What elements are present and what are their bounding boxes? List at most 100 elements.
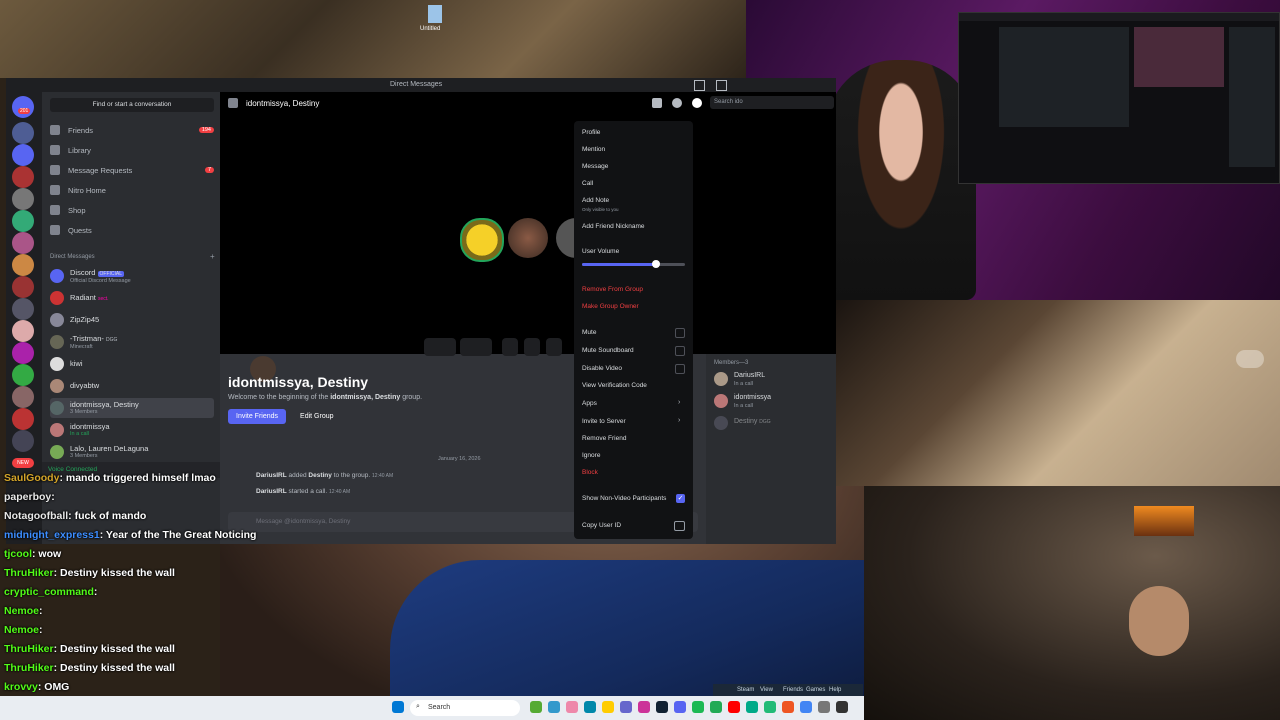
server-icon[interactable] <box>12 122 34 144</box>
nav-message-requests[interactable]: Message Requests 7 <box>50 162 214 178</box>
server-icon[interactable] <box>12 298 34 320</box>
dm-item[interactable]: Radiant sect. <box>50 288 214 308</box>
server-icon[interactable] <box>12 386 34 408</box>
chat-username[interactable]: SaulGoody <box>4 472 59 484</box>
new-badge[interactable]: NEW <box>12 458 34 468</box>
nav-library[interactable]: Library <box>50 142 214 158</box>
server-icon[interactable] <box>12 210 34 232</box>
server-icon[interactable] <box>12 342 34 364</box>
server-icon[interactable] <box>12 166 34 188</box>
taskbar-app-icon[interactable] <box>620 701 632 713</box>
taskbar-app-icon[interactable] <box>638 701 650 713</box>
window-min-icon[interactable] <box>716 80 727 91</box>
edge-icon[interactable] <box>746 701 758 713</box>
check-icon[interactable]: ✓ <box>676 494 685 503</box>
menu-copy-user-id[interactable]: Copy User ID <box>582 522 686 529</box>
chat-username[interactable]: ThruHiker <box>4 643 54 655</box>
discord-icon[interactable] <box>674 701 686 713</box>
inbox-icon[interactable] <box>694 80 705 91</box>
dm-item[interactable]: -Tristman- DGG Minecraft <box>50 332 214 352</box>
pin-icon[interactable] <box>652 98 662 108</box>
menu-remove-from-group[interactable]: Remove From Group <box>582 286 686 293</box>
menu-mute-soundboard[interactable]: Mute Soundboard <box>582 347 686 354</box>
chat-username[interactable]: Notagoofball <box>4 510 68 522</box>
mic-button[interactable] <box>424 338 456 356</box>
find-conversation-input[interactable]: Find or start a conversation <box>50 98 214 112</box>
server-icon[interactable] <box>12 232 34 254</box>
screenshare-button[interactable] <box>502 338 518 356</box>
server-icon[interactable] <box>12 254 34 276</box>
chat-username[interactable]: Nemoe <box>4 605 39 617</box>
menu-apps[interactable]: Apps <box>582 400 686 407</box>
menu-ignore[interactable]: Ignore <box>582 452 686 459</box>
nav-quests[interactable]: Quests <box>50 222 214 238</box>
menu-show-non-video[interactable]: Show Non-Video Participants <box>582 495 686 502</box>
taskbar-app-icon[interactable] <box>710 701 722 713</box>
soundboard-button[interactable] <box>546 338 562 356</box>
chat-username[interactable]: krovvy <box>4 681 38 693</box>
menu-add-friend-nickname[interactable]: Add Friend Nickname <box>582 223 686 230</box>
edit-group-button[interactable]: Edit Group <box>294 409 339 424</box>
menu-remove-friend[interactable]: Remove Friend <box>582 435 686 442</box>
nav-shop[interactable]: Shop <box>50 202 214 218</box>
mute-soundboard-checkbox[interactable] <box>675 346 685 356</box>
mute-checkbox[interactable] <box>675 328 685 338</box>
header-search-input[interactable]: Search ido <box>710 96 834 109</box>
disable-video-checkbox[interactable] <box>675 364 685 374</box>
menu-invite-to-server[interactable]: Invite to Server <box>582 418 686 425</box>
steam-menu-item[interactable]: View <box>760 687 773 693</box>
call-participant-avatar[interactable] <box>460 218 504 262</box>
dm-item-selected[interactable]: idontmissya, Destiny 3 Members <box>50 398 214 418</box>
server-icon[interactable] <box>12 320 34 342</box>
menu-disable-video[interactable]: Disable Video <box>582 365 686 372</box>
chat-username[interactable]: ThruHiker <box>4 662 54 674</box>
spotify-icon[interactable] <box>692 701 704 713</box>
menu-block[interactable]: Block <box>582 469 686 476</box>
menu-call[interactable]: Call <box>582 180 686 187</box>
brave-icon[interactable] <box>782 701 794 713</box>
dm-item[interactable]: Discord OFFICIAL Official Discord Message <box>50 266 214 286</box>
taskbar-app-icon[interactable] <box>566 701 578 713</box>
dm-item[interactable]: Lalo, Lauren DeLaguna 3 Members <box>50 442 214 462</box>
server-icon[interactable] <box>12 364 34 386</box>
invite-friends-button[interactable]: Invite Friends <box>228 409 287 424</box>
menu-mention[interactable]: Mention <box>582 146 686 153</box>
server-icon[interactable] <box>12 276 34 298</box>
nav-friends[interactable]: Friends 194 <box>50 122 214 138</box>
volume-slider-track[interactable] <box>582 260 685 268</box>
dm-home-icon[interactable] <box>12 96 34 118</box>
steam-menu-item[interactable]: Friends <box>783 687 803 693</box>
chat-username[interactable]: Nemoe <box>4 624 39 636</box>
call-participant-avatar[interactable] <box>508 218 548 258</box>
settings-icon[interactable] <box>818 701 830 713</box>
menu-make-group-owner[interactable]: Make Group Owner <box>582 303 686 310</box>
taskbar-app-icon[interactable] <box>584 701 596 713</box>
camera-button[interactable] <box>460 338 492 356</box>
chrome-icon[interactable] <box>800 701 812 713</box>
dm-item[interactable]: idontmissya In a call <box>50 420 214 440</box>
create-dm-icon[interactable]: + <box>210 252 215 261</box>
taskbar-app-icon[interactable] <box>530 701 542 713</box>
steam-icon[interactable] <box>656 701 668 713</box>
menu-profile[interactable]: Profile <box>582 129 686 136</box>
desktop-file-icon[interactable] <box>428 5 442 23</box>
steam-menu-item[interactable]: Games <box>806 687 825 693</box>
obs-icon[interactable] <box>836 701 848 713</box>
next-arrow-icon[interactable] <box>1236 350 1264 368</box>
server-icon[interactable] <box>12 144 34 166</box>
dm-item[interactable]: ZipZip45 <box>50 310 214 330</box>
menu-message[interactable]: Message <box>582 163 686 170</box>
taskbar-app-icon[interactable] <box>764 701 776 713</box>
youtube-icon[interactable] <box>728 701 740 713</box>
volume-slider-handle[interactable] <box>652 260 661 268</box>
menu-mute[interactable]: Mute <box>582 329 686 336</box>
chat-username[interactable]: midnight_express1 <box>4 529 100 541</box>
chat-username[interactable]: tjcool <box>4 548 32 560</box>
nav-nitro-home[interactable]: Nitro Home <box>50 182 214 198</box>
dm-item[interactable]: divyabtw <box>50 376 214 396</box>
taskbar-app-icon[interactable] <box>548 701 560 713</box>
chat-username[interactable]: paperboy <box>4 491 51 503</box>
steam-menu-item[interactable]: Help <box>829 687 841 693</box>
steam-menu-item[interactable]: Steam <box>737 687 754 693</box>
server-icon[interactable] <box>12 188 34 210</box>
